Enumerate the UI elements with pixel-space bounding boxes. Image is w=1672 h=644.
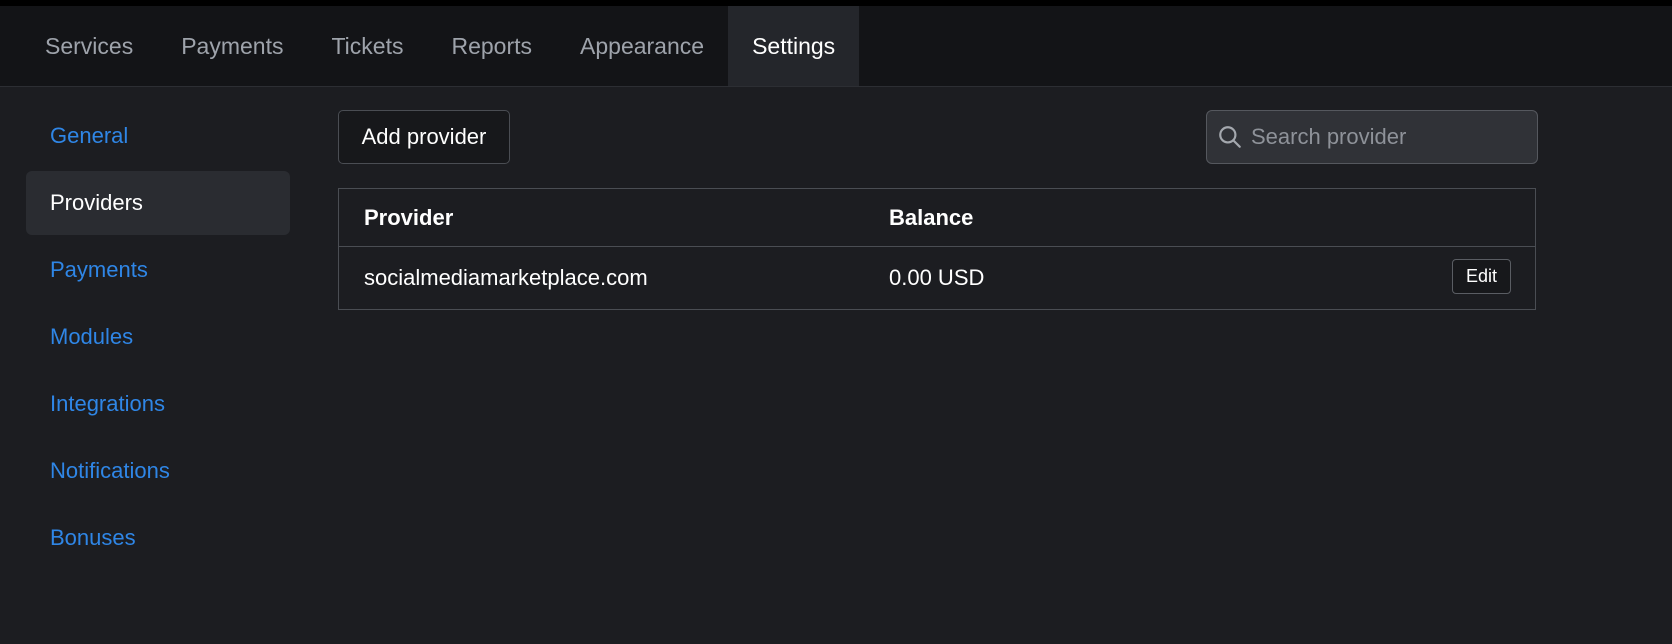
top-nav: Services Payments Tickets Reports Appear… [0, 6, 1672, 87]
table-row: socialmediamarketplace.com 0.00 USD Edit [339, 247, 1535, 309]
sidebar-item-notifications[interactable]: Notifications [26, 439, 290, 503]
tab-appearance[interactable]: Appearance [556, 6, 728, 86]
tab-tickets[interactable]: Tickets [307, 6, 427, 86]
tab-payments[interactable]: Payments [157, 6, 307, 86]
search-icon [1219, 126, 1241, 148]
search-box[interactable] [1206, 110, 1538, 164]
provider-name: socialmediamarketplace.com [364, 265, 648, 290]
header-provider: Provider [364, 204, 454, 230]
sidebar-item-general[interactable]: General [26, 104, 290, 168]
table-header: Provider Balance [339, 189, 1535, 247]
sidebar-item-providers[interactable]: Providers [26, 171, 290, 235]
tab-settings[interactable]: Settings [728, 6, 860, 86]
sidebar-item-bonuses[interactable]: Bonuses [26, 506, 290, 570]
add-provider-button[interactable]: Add provider [338, 110, 510, 164]
search-provider-input[interactable] [1251, 124, 1531, 150]
settings-sidebar: General Providers Payments Modules Integ… [26, 104, 290, 573]
header-balance: Balance [889, 204, 974, 230]
providers-table: Provider Balance socialmediamarketplace.… [338, 188, 1536, 310]
provider-balance: 0.00 USD [889, 265, 985, 290]
sidebar-item-payments[interactable]: Payments [26, 238, 290, 302]
sidebar-item-integrations[interactable]: Integrations [26, 372, 290, 436]
tab-reports[interactable]: Reports [427, 6, 556, 86]
tab-services[interactable]: Services [21, 6, 157, 86]
sidebar-item-modules[interactable]: Modules [26, 305, 290, 369]
edit-provider-button[interactable]: Edit [1452, 259, 1511, 294]
